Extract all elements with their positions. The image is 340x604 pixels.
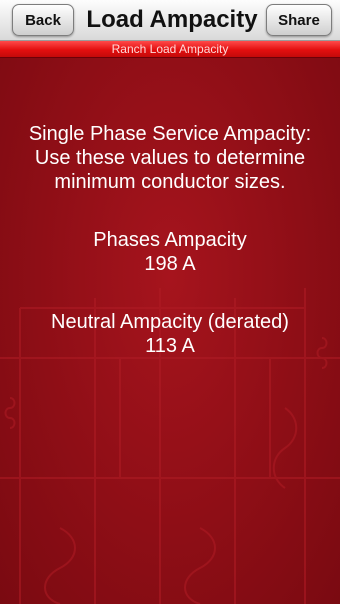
phases-ampacity-group: Phases Ampacity 198 A <box>0 228 340 276</box>
neutral-ampacity-label: Neutral Ampacity (derated) <box>51 311 289 333</box>
intro-line-3: minimum conductor sizes. <box>54 171 286 193</box>
neutral-ampacity-group: Neutral Ampacity (derated) 113 A <box>0 310 340 358</box>
phases-ampacity-label: Phases Ampacity <box>93 229 247 251</box>
intro-line-1: Single Phase Service Ampacity: <box>28 123 312 145</box>
toolbar: Back Load Ampacity Share <box>0 0 340 41</box>
back-button[interactable]: Back <box>12 4 74 36</box>
neutral-ampacity-value: 113 A <box>145 335 195 357</box>
subheader-bar: Ranch Load Ampacity <box>0 41 340 58</box>
phases-ampacity-value: 198 A <box>144 253 196 275</box>
intro-line-2: Use these values to determine <box>34 147 306 169</box>
subheader-label: Ranch Load Ampacity <box>111 42 229 56</box>
share-button[interactable]: Share <box>266 4 332 36</box>
page-title: Load Ampacity <box>86 6 258 33</box>
main-content: Single Phase Service Ampacity: Use these… <box>0 58 340 604</box>
intro-text: Single Phase Service Ampacity: Use these… <box>0 122 340 194</box>
